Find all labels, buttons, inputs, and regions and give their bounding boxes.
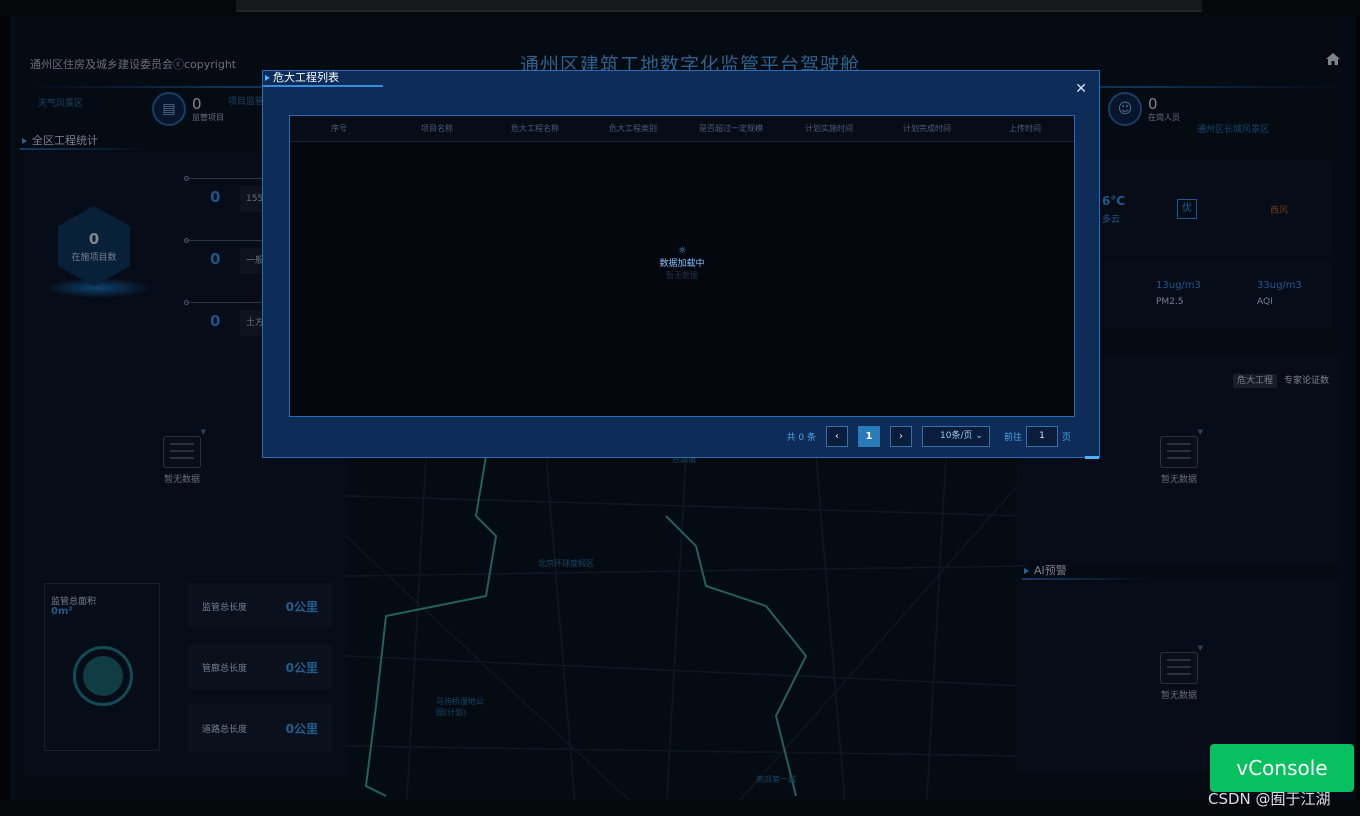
hazard-project-table: 序号 项目名称 危大工程名称 危大工程类别 是否超过一定规模 计划实施时间 计划…	[289, 115, 1075, 417]
dialog-corner-accent	[1085, 456, 1099, 459]
hazard-project-list-dialog: 危大工程列表 ✕ 序号 项目名称 危大工程名称 危大工程类别 是否超过一定规模 …	[262, 70, 1100, 459]
watermark: CSDN @囿于江湖	[1208, 790, 1331, 808]
pagination: 共 0 条 ‹ 1 › 10条/页 ⌄ 前往 1 页	[787, 425, 1071, 447]
column-header: 序号	[331, 124, 347, 133]
close-icon[interactable]: ✕	[1075, 81, 1087, 97]
vconsole-button[interactable]: vConsole	[1210, 744, 1354, 792]
table-header: 序号 项目名称 危大工程名称 危大工程类别 是否超过一定规模 计划实施时间 计划…	[290, 116, 1074, 142]
column-header: 计划实施时间	[805, 124, 853, 133]
prev-page-button[interactable]: ‹	[825, 425, 848, 447]
column-header: 上传时间	[1009, 124, 1041, 133]
empty-text: 暂无数据	[666, 271, 698, 280]
page-size-select[interactable]: 10条/页 ⌄	[921, 425, 990, 447]
chevron-down-icon: ⌄	[975, 430, 983, 441]
title-marker-icon	[265, 75, 270, 81]
next-page-button[interactable]: ›	[889, 425, 912, 447]
loading-icon: ☼	[677, 246, 687, 256]
title-underline	[263, 85, 383, 87]
total-count: 共 0 条	[786, 432, 816, 443]
goto-page-input[interactable]: 1	[1025, 425, 1058, 447]
page-size-value: 10条/页	[940, 430, 973, 441]
loading-text: 数据加载中	[659, 259, 705, 269]
page-unit-label: 页	[1061, 432, 1071, 443]
page-number-button[interactable]: 1	[857, 425, 880, 447]
column-header: 计划完成时间	[903, 124, 951, 133]
column-header: 危大工程类别	[609, 124, 657, 133]
goto-label: 前往	[1003, 432, 1022, 443]
dialog-title: 危大工程列表	[273, 71, 339, 84]
column-header: 项目名称	[421, 124, 453, 133]
loading-state: ☼ 数据加载中 暂无数据	[290, 246, 1074, 281]
column-header: 是否超过一定规模	[699, 124, 763, 133]
column-header: 危大工程名称	[511, 124, 559, 133]
